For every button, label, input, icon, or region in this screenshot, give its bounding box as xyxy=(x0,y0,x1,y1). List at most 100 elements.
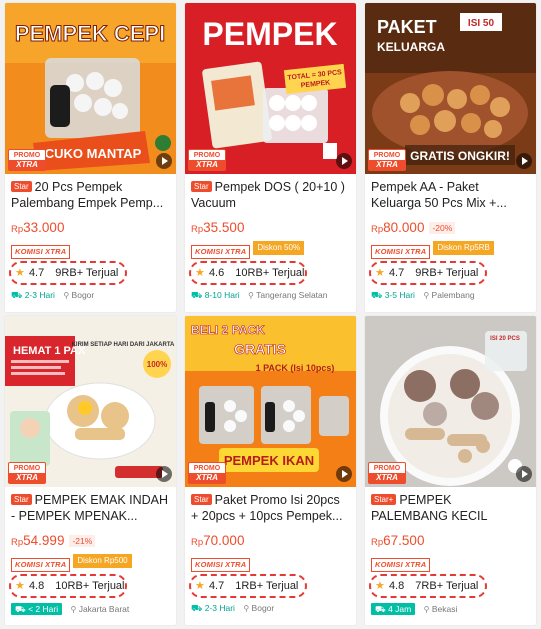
product-image[interactable]: HEMAT 1 PAX KIRIM SETIAP HARI DARI JAKAR… xyxy=(5,316,176,487)
svg-text:ISI 50: ISI 50 xyxy=(468,18,495,29)
play-video-icon[interactable] xyxy=(336,466,352,482)
shipping-row: ⛟ 3-5 Hari ⚲ Palembang xyxy=(371,290,530,304)
komisi-xtra-tag: KOMISI XTRA xyxy=(191,558,251,572)
location-pin-icon: ⚲ xyxy=(423,605,430,614)
price-value: 35.500 xyxy=(203,220,245,235)
price-value: 70.000 xyxy=(203,533,245,548)
truck-icon: ⛟ xyxy=(11,290,23,300)
product-title[interactable]: Pempek AA - Paket Keluarga 50 Pcs Mix +.… xyxy=(371,179,530,211)
fast-delivery-badge: ⛟ 4 Jam xyxy=(371,603,416,615)
svg-text:ISI 20 PCS: ISI 20 PCS xyxy=(490,336,520,342)
product-image[interactable]: PAKET KELUARGA ISI 50 GRATIS ONGKIR! PRO… xyxy=(365,3,536,174)
shipping-row: ⛟ 2-3 Hari ⚲ Bogor xyxy=(11,290,170,304)
star-seller-badge: Star xyxy=(11,181,32,192)
xtra-label: XTRA xyxy=(369,160,405,170)
promo-xtra-badge: PROMO XTRA xyxy=(188,149,226,171)
svg-text:GRATIS ONGKIR!: GRATIS ONGKIR! xyxy=(410,149,510,163)
product-info: Pempek AA - Paket Keluarga 50 Pcs Mix +.… xyxy=(365,174,536,312)
seller-location: Bogor xyxy=(251,603,275,613)
seller-location: Bogor xyxy=(71,290,95,300)
product-title[interactable]: Star Paket Promo Isi 20pcs + 20pcs + 10pc… xyxy=(191,492,350,524)
seller-location: Tangerang Selatan xyxy=(256,290,328,300)
star-seller-badge: Star xyxy=(11,494,32,505)
tags-row: KOMISI XTRA Diskon Rp5RB xyxy=(371,241,530,259)
tags-row: KOMISI XTRA xyxy=(371,554,530,572)
promo-label: PROMO xyxy=(13,152,41,159)
product-title[interactable]: Star 20 Pcs Pempek Palembang Empek Pemp..… xyxy=(11,179,170,211)
location-pin-icon: ⚲ xyxy=(248,291,254,300)
xtra-label: XTRA xyxy=(189,160,225,170)
truck-icon: ⛟ xyxy=(15,604,26,614)
komisi-xtra-tag: KOMISI XTRA xyxy=(11,245,71,259)
play-video-icon[interactable] xyxy=(336,153,352,169)
delivery-time: < 2 Hari xyxy=(28,604,59,614)
promo-label: PROMO xyxy=(193,152,221,159)
truck-icon: ⛟ xyxy=(371,290,383,300)
rating-row: ★ 4.6 10RB+ Terjual xyxy=(189,261,350,285)
promo-label: PROMO xyxy=(373,465,401,472)
svg-text:GRATIS: GRATIS xyxy=(234,341,286,357)
xtra-label: XTRA xyxy=(189,473,225,483)
svg-text:BELI 2 PACK: BELI 2 PACK xyxy=(191,323,265,337)
promo-xtra-badge: PROMO XTRA xyxy=(188,462,226,484)
product-image[interactable]: PEMPEK TOTAL = 30 PCS PEMPEK PROMO XTRA xyxy=(185,3,356,174)
svg-text:KIRIM SETIAP HARI DARI JAKARTA: KIRIM SETIAP HARI DARI JAKARTA xyxy=(72,342,175,348)
promo-xtra-badge: PROMO XTRA xyxy=(368,149,406,171)
product-title[interactable]: Star PEMPEK EMAK INDAH - PEMPEK MPENAK... xyxy=(11,492,170,524)
product-title-text: Pempek AA - Paket Keluarga 50 Pcs Mix +.… xyxy=(371,180,507,210)
price-currency: Rp xyxy=(11,224,24,235)
price-value: 67.500 xyxy=(383,533,425,548)
highlight-oval xyxy=(9,574,127,598)
tags-row: KOMISI XTRA xyxy=(191,554,350,572)
product-card[interactable]: HEMAT 1 PAX KIRIM SETIAP HARI DARI JAKAR… xyxy=(5,316,176,625)
product-image[interactable]: PEMPEK CEPI CUKO MANTAP PROMO XTRA xyxy=(5,3,176,174)
delivery-time: 3-5 Hari xyxy=(384,290,415,300)
play-video-icon[interactable] xyxy=(156,466,172,482)
product-image[interactable]: BELI 2 PACK GRATIS 1 PACK (Isi 10pcs) PE… xyxy=(185,316,356,487)
price-currency: Rp xyxy=(371,224,384,235)
svg-text:KELUARGA: KELUARGA xyxy=(377,40,445,54)
shipping-row: ⛟ 4 Jam ⚲ Bekasi xyxy=(371,603,530,617)
komisi-xtra-tag: KOMISI XTRA xyxy=(11,558,71,572)
delivery-time: 8-10 Hari xyxy=(204,290,240,300)
rating-row: ★ 4.7 1RB+ Terjual xyxy=(189,574,350,598)
location-pin-icon: ⚲ xyxy=(63,291,70,300)
svg-text:PAKET: PAKET xyxy=(377,17,437,37)
highlight-oval xyxy=(189,261,307,285)
product-card[interactable]: PAKET KELUARGA ISI 50 GRATIS ONGKIR! PRO… xyxy=(365,3,536,312)
play-video-icon[interactable] xyxy=(156,153,172,169)
komisi-xtra-tag: KOMISI XTRA xyxy=(371,245,431,259)
price-row: Rp70.000 xyxy=(191,532,350,550)
seller-location: Jakarta Barat xyxy=(78,604,130,614)
product-info: Star PEMPEK EMAK INDAH - PEMPEK MPENAK...… xyxy=(5,487,176,625)
delivery-time: 2-3 Hari xyxy=(24,290,55,300)
product-info: Star Pempek DOS ( 20+10 ) Vacuum Rp35.500… xyxy=(185,174,356,312)
price-value: 54.999 xyxy=(23,533,65,548)
product-title[interactable]: Star Pempek DOS ( 20+10 ) Vacuum xyxy=(191,179,350,211)
shipping-row: ⛟ 2-3 Hari ⚲ Bogor xyxy=(191,603,350,617)
product-title[interactable]: Star+PEMPEK PALEMBANG KECIL PAKE... xyxy=(371,492,530,524)
product-card[interactable]: BELI 2 PACK GRATIS 1 PACK (Isi 10pcs) PE… xyxy=(185,316,356,625)
product-card[interactable]: PEMPEK CEPI CUKO MANTAP PROMO XTRA Star 2… xyxy=(5,3,176,312)
price-value: 80.000 xyxy=(383,220,425,235)
tags-row: KOMISI XTRA Diskon 50% xyxy=(191,241,350,259)
location-pin-icon: ⚲ xyxy=(243,604,250,613)
rating-row: ★ 4.7 9RB+ Terjual xyxy=(9,261,170,285)
shipping-row: ⛟ < 2 Hari ⚲ Jakarta Barat xyxy=(11,603,170,617)
play-video-icon[interactable] xyxy=(516,153,532,169)
price-row: Rp80.000 -20% xyxy=(371,219,530,237)
promo-xtra-badge: PROMO XTRA xyxy=(368,462,406,484)
highlight-oval xyxy=(369,574,487,598)
price-row: Rp54.999 -21% xyxy=(11,532,170,550)
product-image[interactable]: ISI 20 PCS PROMO XTRA xyxy=(365,316,536,487)
price-currency: Rp xyxy=(371,537,384,548)
product-card[interactable]: ISI 20 PCS PROMO XTRA Star+ PEMPEK PALEMB… xyxy=(365,316,536,625)
xtra-label: XTRA xyxy=(9,160,45,170)
xtra-label: XTRA xyxy=(369,473,405,483)
product-info: Star Paket Promo Isi 20pcs + 20pcs + 10pc… xyxy=(185,487,356,625)
price-value: 33.000 xyxy=(23,220,65,235)
product-card[interactable]: PEMPEK TOTAL = 30 PCS PEMPEK PROMO XTRA … xyxy=(185,3,356,312)
product-info: Star 20 Pcs Pempek Palembang Empek Pemp..… xyxy=(5,174,176,312)
play-video-icon[interactable] xyxy=(516,466,532,482)
rating-row: ★ 4.8 7RB+ Terjual xyxy=(369,574,530,598)
